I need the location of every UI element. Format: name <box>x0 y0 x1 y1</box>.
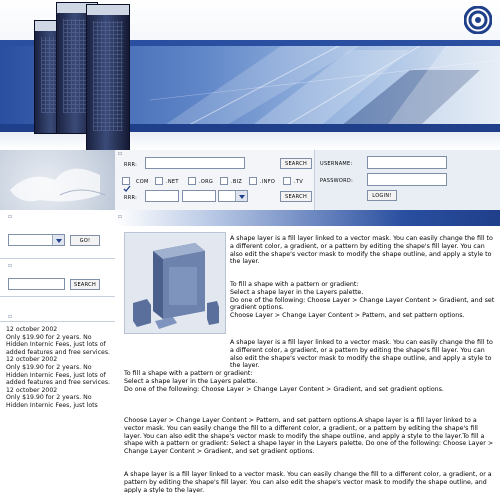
instruction-heading: To fill a shape with a pattern or gradie… <box>124 370 253 378</box>
password-field[interactable] <box>367 173 447 186</box>
domain-label-com: COM <box>136 179 149 185</box>
server-product-image <box>124 232 226 334</box>
checkbox-info[interactable] <box>249 177 257 185</box>
password-label: PASSWORD: <box>320 178 354 184</box>
domain-label-org: .ORG <box>199 179 214 185</box>
checkbox-org[interactable] <box>188 177 196 185</box>
news-item: 12 october 2002 Only $19.90 for 2 years.… <box>6 326 114 356</box>
body-paragraph-4: A shape layer is a fill layer linked to … <box>124 471 492 493</box>
sidebar-select[interactable] <box>8 234 65 246</box>
search-input-3[interactable] <box>182 190 216 202</box>
chevron-down-icon <box>235 191 247 201</box>
instruction-step: Select a shape layer in the Layers palet… <box>124 377 258 385</box>
corner-marker-5: ▫ <box>8 313 13 320</box>
news-item: 12 october 2002 Only $19.90 for 2 years.… <box>6 387 114 410</box>
username-field[interactable] <box>367 156 447 169</box>
news-date: 12 october 2002 <box>6 326 58 333</box>
go-button[interactable]: GO! <box>70 235 100 246</box>
domain-label-tv: .TV <box>294 179 303 185</box>
body-block-2: A shape layer is a fill layer linked to … <box>124 339 496 394</box>
corner-marker-2: ▫ <box>8 213 13 220</box>
checkbox-net[interactable] <box>155 177 163 185</box>
login-button[interactable]: LOGIN! <box>367 190 397 201</box>
corner-marker: ▫ <box>118 150 123 157</box>
world-map-graphic <box>0 150 115 210</box>
search-button[interactable]: SEARCH <box>280 158 312 169</box>
instruction-step: Do one of the following: Choose Layer > … <box>230 296 495 312</box>
news-text: Only $19.90 for 2 years. No Hidden Inter… <box>6 333 111 356</box>
check-icon <box>123 185 131 192</box>
body-paragraph: A shape layer is a fill layer linked to … <box>230 339 493 370</box>
search-input[interactable] <box>145 157 245 169</box>
instruction-step: Choose Layer > Change Layer Content > Pa… <box>230 312 465 320</box>
checkbox-tv[interactable] <box>283 177 291 185</box>
domain-label-biz: .BIZ <box>231 179 243 185</box>
target-logo-icon <box>464 6 492 34</box>
sidebar-search-button[interactable]: SEARCH <box>70 279 100 290</box>
domain-label-net: .NET <box>166 179 179 185</box>
checkbox-com[interactable] <box>122 177 131 192</box>
instructions-block: To fill a shape with a pattern or gradie… <box>230 281 495 320</box>
header-banner <box>0 0 500 150</box>
body-paragraph-3: Choose Layer > Change Layer Content > Pa… <box>124 417 494 456</box>
news-item: 12 october 2002 Only $19.90 for 2 years.… <box>6 356 114 386</box>
server-rack-front <box>86 4 130 150</box>
sidebar-search-input[interactable] <box>8 278 65 290</box>
domain-label-info: .INFO <box>260 179 276 185</box>
domain-select[interactable] <box>218 190 248 202</box>
instruction-step: Do one of the following: Choose Layer > … <box>124 385 444 393</box>
instruction-heading: To fill a shape with a pattern or gradie… <box>230 281 359 288</box>
username-label: USERNAME: <box>320 161 353 167</box>
intro-paragraph: A shape layer is a fill layer linked to … <box>230 235 493 266</box>
news-list: 12 october 2002 Only $19.90 for 2 years.… <box>6 326 114 410</box>
header-shadow <box>0 132 500 150</box>
search-button-2[interactable]: SEARCH <box>280 191 312 202</box>
search-label: RRR: <box>124 162 138 168</box>
corner-marker-4: ▫ <box>8 262 13 269</box>
search-label-2: RRR: <box>124 195 138 201</box>
section-band-gradient <box>115 210 500 226</box>
chevron-down-icon <box>52 235 64 245</box>
news-text: Only $19.90 for 2 years. No Hidden Inter… <box>6 363 111 387</box>
architecture-graphic <box>150 40 500 135</box>
news-date: 12 october 2002 <box>6 356 58 364</box>
checkbox-biz[interactable] <box>220 177 228 185</box>
instruction-step: Select a shape layer in the Layers palet… <box>230 288 364 296</box>
news-date: 12 october 2002 <box>6 386 58 394</box>
news-text: Only $19.90 for 2 years. No Hidden Inter… <box>6 394 98 409</box>
corner-marker-3: ▫ <box>118 213 123 220</box>
search-input-2[interactable] <box>145 190 179 202</box>
